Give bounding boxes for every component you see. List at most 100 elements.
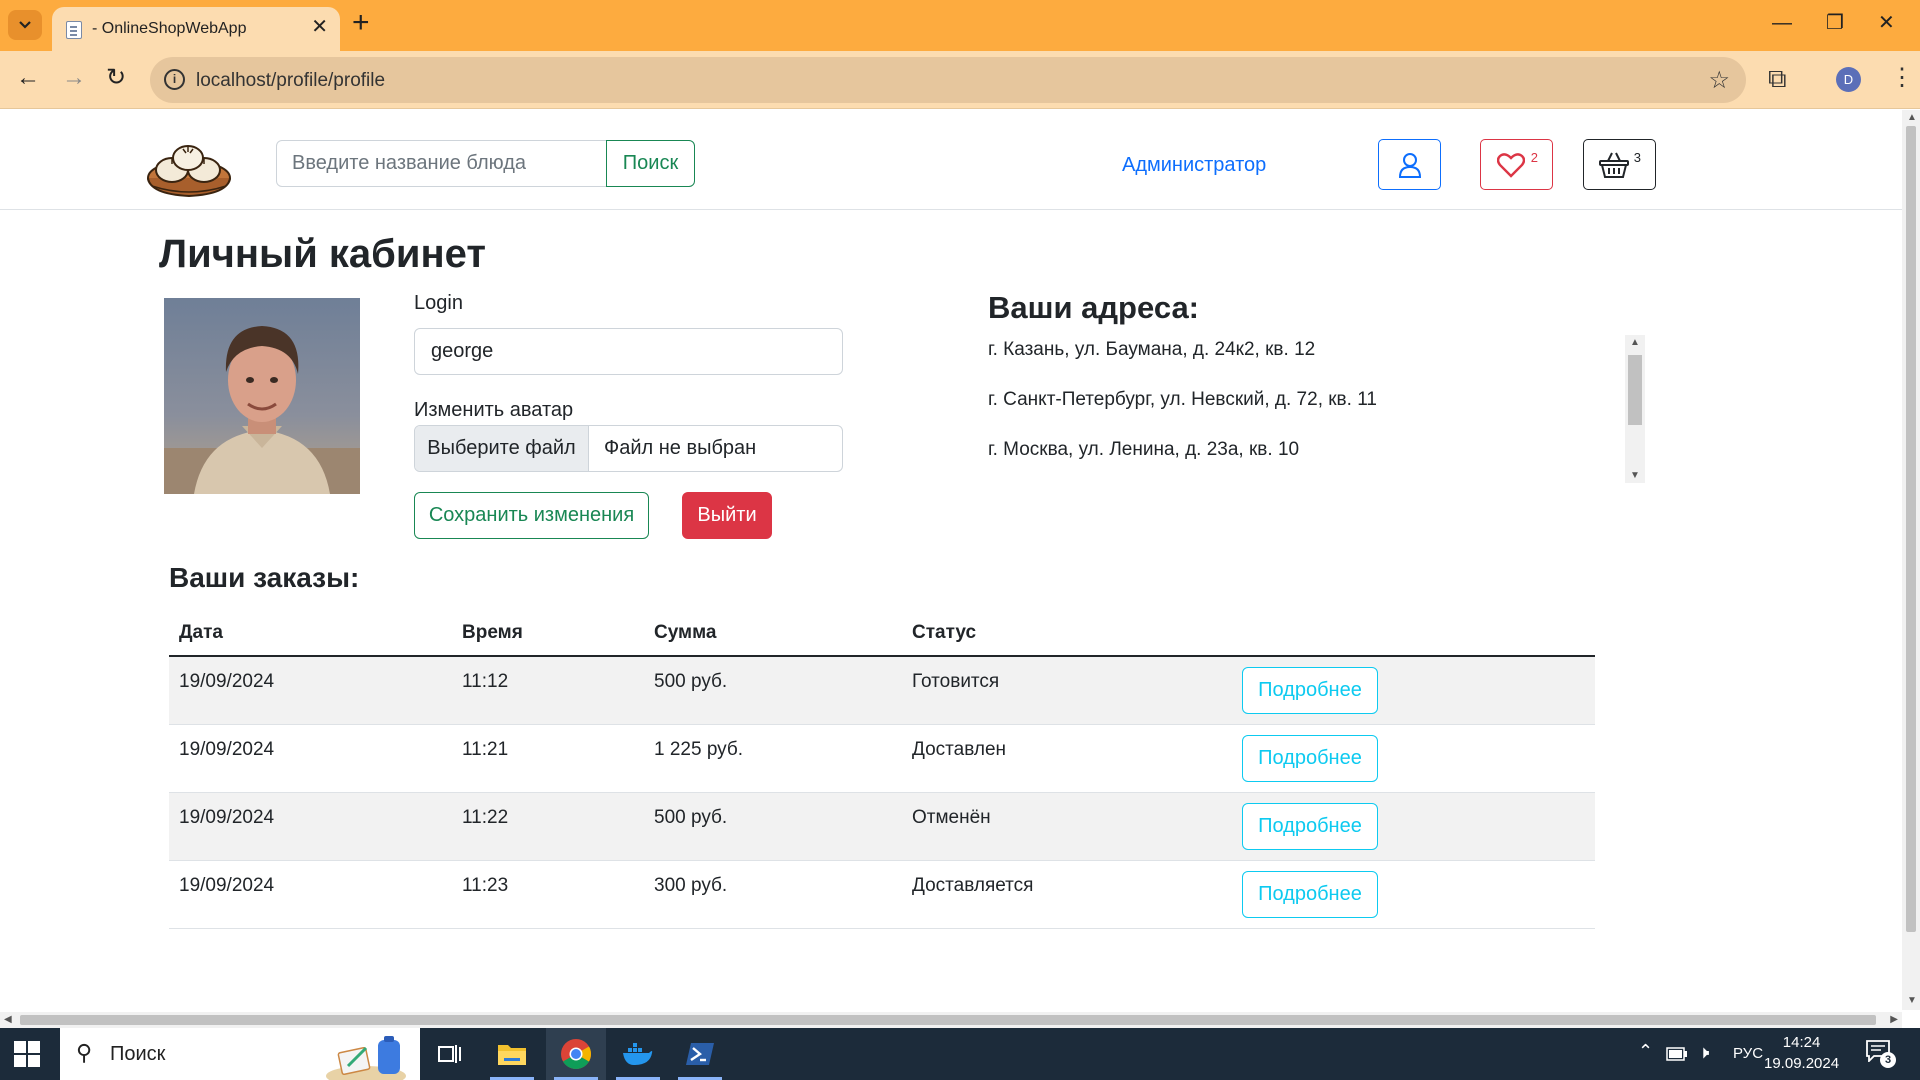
taskbar-clock[interactable]: 14:24 19.09.2024 (1764, 1032, 1839, 1074)
order-time: 11:22 (452, 792, 644, 861)
tab-search-button[interactable] (8, 10, 42, 40)
docker-icon[interactable] (620, 1036, 656, 1072)
restore-icon[interactable]: ❐ (1826, 10, 1844, 36)
scroll-up-icon[interactable]: ▲ (1907, 112, 1917, 123)
tray-chevron-up-icon[interactable]: ⌃ (1638, 1041, 1653, 1062)
user-icon (1398, 152, 1421, 178)
order-date: 19/09/2024 (169, 656, 452, 725)
address-list[interactable]: г. Казань, ул. Баумана, д. 24к2, кв. 12 … (988, 336, 1638, 486)
address-item: г. Санкт-Петербург, ул. Невский, д. 72, … (988, 389, 1377, 410)
address-bar[interactable]: i localhost/profile/profile ☆ (150, 57, 1746, 103)
table-row: 19/09/2024 11:12 500 руб. Готовится Подр… (169, 656, 1595, 725)
search-highlight-art-icon (326, 1036, 406, 1080)
back-arrow-icon[interactable]: ← (16, 65, 40, 91)
order-date: 19/09/2024 (169, 792, 452, 861)
browser-tab-bar: - OnlineShopWebApp ✕ + — ❐ ✕ (0, 0, 1920, 51)
extensions-icon[interactable]: ⧉ (1768, 64, 1787, 92)
profile-button[interactable] (1378, 139, 1441, 190)
column-header-sum: Сумма (644, 610, 902, 657)
file-status-text: Файл не выбран (604, 437, 757, 459)
bookmark-star-icon[interactable]: ☆ (1708, 66, 1730, 95)
search-button[interactable]: Поиск (606, 140, 695, 187)
scroll-down-icon[interactable]: ▼ (1630, 470, 1640, 481)
page-vertical-scrollbar[interactable]: ▲ ▼ (1902, 110, 1920, 1010)
choose-file-button[interactable]: Выберите файл (415, 426, 589, 471)
site-info-icon[interactable]: i (164, 69, 185, 90)
cart-button[interactable]: 3 (1583, 139, 1656, 190)
dumpling-logo-icon[interactable] (146, 134, 232, 200)
scroll-right-icon[interactable]: ▶ (1890, 1014, 1898, 1025)
scrollbar-thumb[interactable] (20, 1015, 1876, 1025)
order-status: Готовится (902, 656, 1232, 725)
scrollbar-thumb[interactable] (1628, 355, 1642, 425)
windows-taskbar: ⚲ Поиск ⌃ 🕨 РУС 14:24 19.09.2024 3 (0, 1028, 1920, 1080)
taskbar-search-label: Поиск (110, 1043, 166, 1065)
taskbar-search-box[interactable]: ⚲ Поиск (60, 1028, 420, 1080)
tab-close-icon[interactable]: ✕ (311, 17, 328, 37)
window-close-icon[interactable]: ✕ (1878, 10, 1895, 36)
basket-icon (1598, 152, 1629, 178)
site-header: Поиск Администратор 2 3 (0, 110, 1902, 210)
order-time: 11:12 (452, 656, 644, 725)
order-actions: Подробнее (1232, 792, 1595, 861)
favorites-count-badge: 2 (1530, 150, 1538, 165)
chevron-down-icon (19, 21, 31, 29)
scroll-up-icon[interactable]: ▲ (1630, 337, 1640, 348)
favorites-button[interactable]: 2 (1480, 139, 1553, 190)
user-avatar-image (164, 298, 360, 494)
address-list-scrollbar[interactable]: ▲ ▼ (1625, 335, 1645, 483)
heart-icon (1496, 152, 1525, 178)
forward-arrow-icon[interactable]: → (62, 65, 86, 91)
address-bar-url[interactable]: localhost/profile/profile (196, 70, 385, 92)
chrome-icon[interactable] (558, 1036, 594, 1072)
windows-start-icon[interactable] (14, 1041, 40, 1067)
column-header-actions (1232, 610, 1595, 657)
logout-button[interactable]: Выйти (682, 492, 772, 539)
order-actions: Подробнее (1232, 656, 1595, 725)
order-details-button[interactable]: Подробнее (1242, 734, 1378, 782)
order-time: 11:21 (452, 724, 644, 793)
order-details-button[interactable]: Подробнее (1242, 802, 1378, 850)
reload-icon[interactable]: ↻ (106, 65, 126, 91)
dish-search-input[interactable] (276, 140, 608, 187)
table-row: 19/09/2024 11:23 300 руб. Доставляется П… (169, 860, 1595, 929)
order-actions: Подробнее (1232, 860, 1595, 929)
order-details-button[interactable]: Подробнее (1242, 667, 1378, 714)
new-tab-icon[interactable]: + (352, 8, 370, 38)
order-sum: 1 225 руб. (644, 724, 902, 793)
tab-title: - OnlineShopWebApp (92, 20, 247, 37)
scroll-left-icon[interactable]: ◀ (4, 1014, 12, 1025)
page-title: Личный кабинет (159, 232, 486, 276)
clock-time: 14:24 (1782, 1034, 1821, 1051)
language-indicator[interactable]: РУС (1733, 1045, 1763, 1062)
scrollbar-thumb[interactable] (1906, 126, 1916, 932)
column-header-date: Дата (169, 610, 452, 657)
powershell-icon[interactable] (682, 1036, 718, 1072)
avatar-label: Изменить аватар (414, 399, 574, 421)
task-view-icon[interactable] (432, 1036, 468, 1072)
column-header-time: Время (452, 610, 644, 657)
login-field[interactable] (414, 328, 843, 375)
page-horizontal-scrollbar[interactable]: ◀ ▶ (0, 1012, 1902, 1028)
profile-avatar[interactable]: D (1836, 67, 1861, 92)
notification-center-icon[interactable]: 3 (1866, 1040, 1896, 1068)
orders-table: Дата Время Сумма Статус 19/09/2024 11:12… (169, 610, 1595, 929)
battery-icon[interactable] (1666, 1047, 1688, 1061)
minimize-icon[interactable]: — (1772, 10, 1792, 36)
order-details-button[interactable]: Подробнее (1242, 870, 1378, 918)
save-changes-button[interactable]: Сохранить изменения (414, 492, 649, 539)
browser-menu-icon[interactable]: ⋮ (1890, 65, 1914, 91)
address-item: г. Казань, ул. Баумана, д. 24к2, кв. 12 (988, 339, 1316, 360)
order-status: Доставлен (902, 724, 1232, 793)
speaker-muted-icon[interactable]: 🕨 (1698, 1042, 1709, 1063)
clock-date: 19.09.2024 (1764, 1055, 1840, 1072)
notification-count-badge: 3 (1880, 1052, 1896, 1068)
order-actions: Подробнее (1232, 724, 1595, 793)
admin-link[interactable]: Администратор (1122, 154, 1266, 177)
order-date: 19/09/2024 (169, 724, 452, 793)
avatar-file-input[interactable]: Выберите файл Файл не выбран (414, 425, 843, 472)
browser-tab[interactable]: - OnlineShopWebApp ✕ (52, 7, 340, 51)
column-header-status: Статус (902, 610, 1232, 657)
file-explorer-icon[interactable] (494, 1036, 530, 1072)
scroll-down-icon[interactable]: ▼ (1907, 995, 1917, 1006)
